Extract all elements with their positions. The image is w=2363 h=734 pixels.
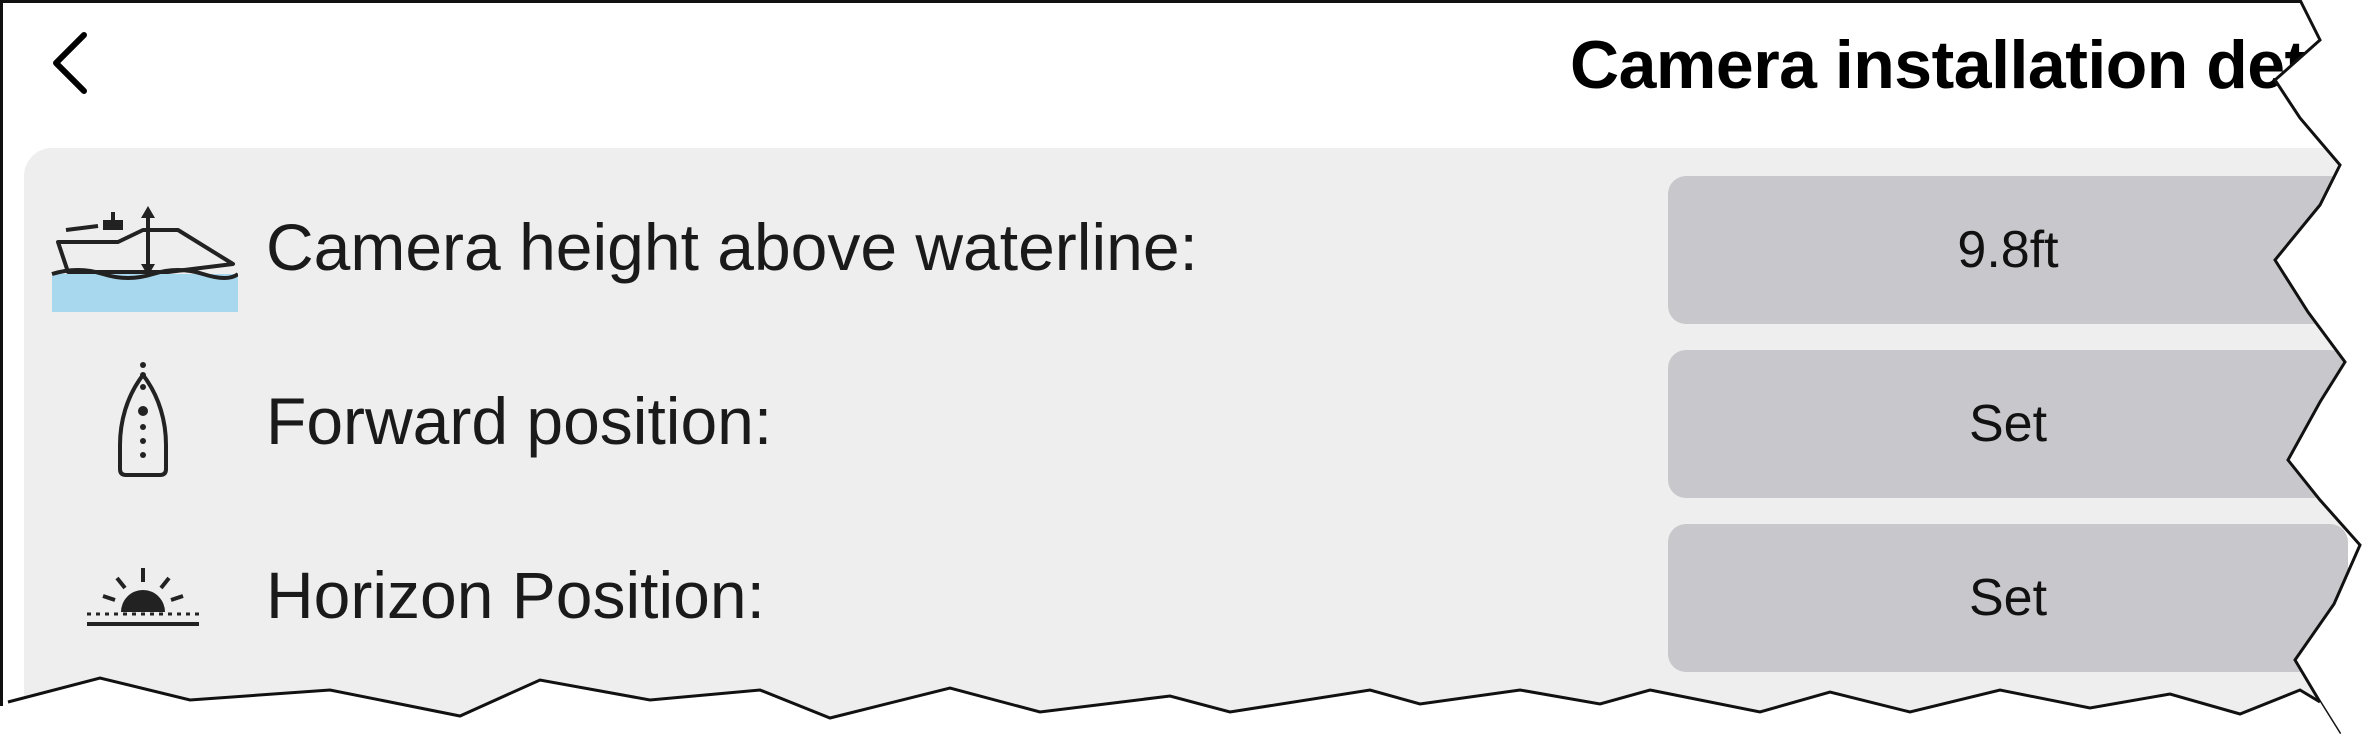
camera-height-value-button[interactable]: 9.8ft [1668,176,2348,324]
boat-height-icon [48,172,238,322]
settings-row-forward-position: Forward position: Set [24,346,2348,498]
forward-position-set-button[interactable]: Set [1668,350,2348,498]
horizon-position-label: Horizon Position: [266,558,765,632]
camera-installation-screen: Camera installation det Camera height ab… [0,0,2363,734]
camera-height-label: Camera height above waterline: [266,210,1198,284]
boat-forward-icon [48,346,238,496]
back-button[interactable] [30,18,110,108]
settings-row-horizon-position: Horizon Position: Set [24,520,2348,672]
horizon-position-set-button[interactable]: Set [1668,524,2348,672]
settings-row-camera-height: Camera height above waterline: 9.8ft [24,172,2348,324]
forward-position-label: Forward position: [266,384,773,458]
horizon-sunrise-icon [48,520,238,670]
chevron-left-icon [53,32,87,94]
page-title: Camera installation det [1570,27,2307,103]
